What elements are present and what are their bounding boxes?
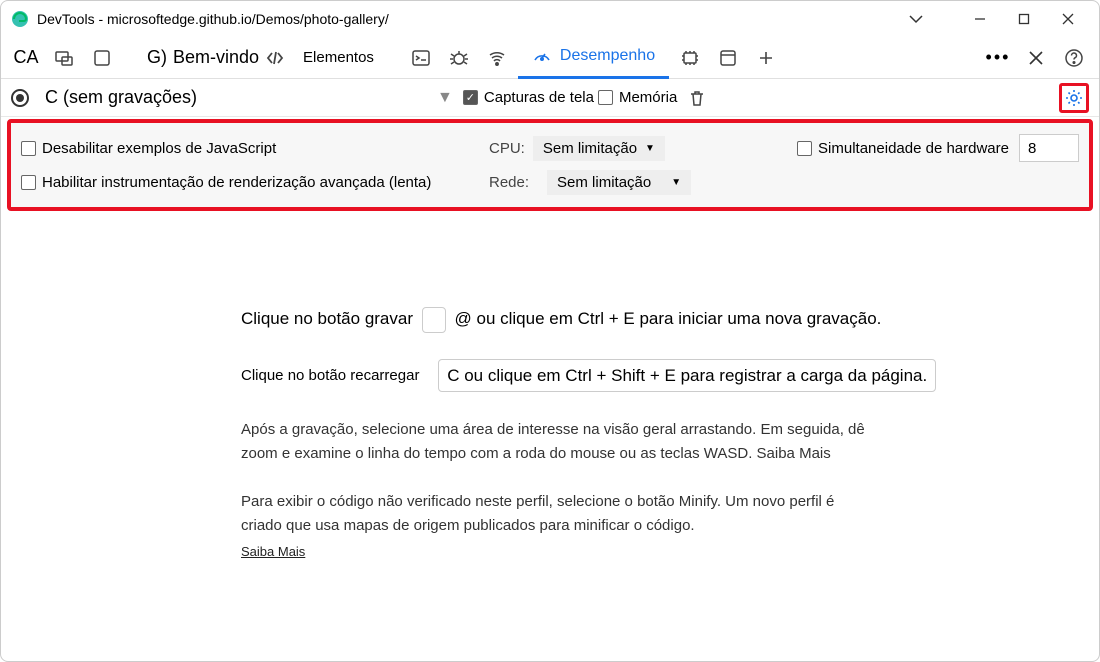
bug-icon[interactable] [442, 37, 476, 79]
cpu-throttling-select[interactable]: Sem limitação ▼ [533, 136, 665, 161]
welcome-label: Bem-vindo [173, 47, 259, 68]
devtools-main-toolbar: CA G) Bem-vindo Elementos Desempenho ••• [1, 37, 1099, 79]
code-icon [265, 48, 285, 68]
memory-icon[interactable] [673, 37, 707, 79]
capture-settings-button[interactable] [1059, 83, 1089, 113]
at-symbol: @ [454, 309, 471, 328]
hw-label: Simultaneidade de hardware [818, 140, 1009, 157]
edge-logo-icon [11, 10, 29, 28]
network-throttling-select[interactable]: Sem limitação ▼ [547, 170, 691, 195]
maximize-button[interactable] [1003, 4, 1045, 34]
checkbox-icon [598, 90, 613, 105]
adv-render-label: Habilitar instrumentação de renderização… [42, 174, 431, 191]
screenshots-toggle[interactable]: ✓ Capturas de tela [463, 89, 594, 106]
capture-settings-panel: Desabilitar exemplos de JavaScript CPU: … [7, 119, 1093, 211]
window-title: DevTools - microsoftedge.github.io/Demos… [37, 11, 389, 27]
memory-label: Memória [619, 89, 677, 106]
elements-label: Elementos [303, 49, 374, 66]
screenshots-label: Capturas de tela [484, 89, 594, 106]
inspect-icon[interactable] [47, 37, 81, 79]
toolbar-ca-label[interactable]: CA [9, 37, 43, 79]
cpu-value: Sem limitação [543, 140, 637, 157]
network-value: Sem limitação [557, 174, 651, 191]
performance-toolbar: C (sem gravações) ▼ ✓ Capturas de tela M… [1, 79, 1099, 117]
checkbox-checked-icon: ✓ [463, 90, 478, 105]
welcome-prefix-label: G) [147, 47, 167, 68]
more-icon[interactable]: ••• [981, 41, 1015, 75]
performance-empty-state: Clique no botão gravar @ ou clique em Ct… [1, 215, 1099, 559]
close-panel-icon[interactable] [1019, 41, 1053, 75]
console-icon[interactable] [404, 37, 438, 79]
checkbox-icon [21, 141, 36, 156]
disable-js-samples-toggle[interactable]: Desabilitar exemplos de JavaScript [21, 140, 471, 157]
trash-icon[interactable] [687, 88, 707, 108]
hint-paragraph-1: Após a gravação, selecione uma área de i… [241, 418, 881, 466]
checkbox-icon [797, 141, 812, 156]
tab-elements[interactable]: Elementos [297, 37, 380, 79]
record-hint-b: ou clique em Ctrl + E para iniciar uma n… [476, 309, 881, 328]
advanced-rendering-toggle[interactable]: Habilitar instrumentação de renderização… [21, 174, 471, 191]
reload-hint-line: Clique no botão recarregar C ou clique e… [241, 359, 1059, 392]
window-titlebar: DevTools - microsoftedge.github.io/Demos… [1, 1, 1099, 37]
record-button[interactable] [11, 89, 29, 107]
recording-status: C (sem gravações) [45, 87, 197, 108]
tab-performance[interactable]: Desempenho [518, 37, 669, 79]
close-button[interactable] [1047, 4, 1089, 34]
chevron-down-icon[interactable] [895, 4, 937, 34]
chevron-down-icon: ▼ [645, 143, 655, 154]
record-hint-line: Clique no botão gravar @ ou clique em Ct… [241, 305, 1059, 333]
network-icon[interactable] [480, 37, 514, 79]
hint-paragraph-2: Para exibir o código não verificado nest… [241, 490, 841, 538]
reload-pill: C ou clique em Ctrl + Shift + E para reg… [438, 359, 936, 392]
cpu-label: CPU: [489, 140, 525, 157]
performance-label: Desempenho [560, 47, 655, 65]
application-icon[interactable] [711, 37, 745, 79]
hardware-concurrency-input[interactable]: 8 [1019, 134, 1079, 162]
record-hint-a: Clique no botão gravar [241, 309, 413, 328]
memory-toggle[interactable]: Memória [598, 89, 677, 106]
device-toolbar-icon[interactable] [85, 37, 119, 79]
network-label: Rede: [489, 174, 529, 191]
record-button-placeholder [422, 307, 446, 333]
add-tab-icon[interactable] [749, 37, 783, 79]
help-icon[interactable] [1057, 41, 1091, 75]
learn-more-link[interactable]: Saiba Mais [241, 544, 305, 559]
disable-js-label: Desabilitar exemplos de JavaScript [42, 140, 276, 157]
reload-label: Clique no botão recarregar [241, 367, 419, 384]
checkbox-icon [21, 175, 36, 190]
history-dropdown[interactable]: ▼ [437, 89, 453, 107]
tab-welcome[interactable]: G) Bem-vindo [139, 47, 293, 68]
minimize-button[interactable] [959, 4, 1001, 34]
hardware-concurrency-toggle[interactable]: Simultaneidade de hardware [797, 140, 1009, 157]
chevron-down-icon: ▼ [671, 177, 681, 188]
hw-value: 8 [1028, 140, 1036, 157]
